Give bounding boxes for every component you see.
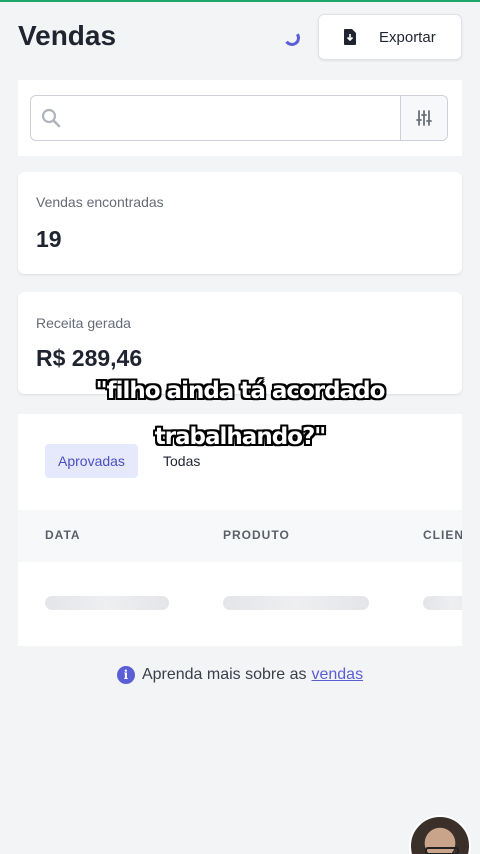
page-title: Vendas [18,20,117,51]
export-button[interactable]: Exportar [318,14,462,60]
column-header-cliente[interactable]: CLIEN [423,528,462,542]
avatar [409,815,471,854]
page-header: Vendas Exportar [18,14,462,60]
revenue-label: Receita gerada [36,315,131,331]
export-file-icon [343,29,357,45]
export-button-label: Exportar [379,28,436,46]
search-box [30,95,448,141]
sales-found-label: Vendas encontradas [36,194,164,210]
help-footer: i Aprenda mais sobre as vendas [0,666,480,684]
help-text: Aprenda mais sobre as [141,666,307,683]
filter-button[interactable] [400,96,447,140]
avatar-glasses [425,847,459,854]
video-caption-line-1: "filho ainda tá acordado [95,378,386,404]
loading-skeleton-produto [223,596,369,610]
table-header: DATA PRODUTO CLIEN [18,510,462,562]
loading-spinner-icon [282,28,302,48]
video-caption-line-2: trabalhando?" [154,424,327,450]
search-input[interactable] [71,96,400,140]
search-icon [31,96,71,140]
revenue-value: R$ 289,46 [36,345,143,371]
help-link-vendas[interactable]: vendas [311,666,363,684]
top-accent-line [0,0,480,2]
sales-found-value: 19 [36,226,62,252]
info-icon: i [116,666,135,684]
search-panel [18,80,462,156]
loading-skeleton-cliente [423,596,462,610]
sales-found-card: Vendas encontradas 19 [18,172,462,274]
loading-skeleton-data [45,596,169,610]
column-header-produto[interactable]: PRODUTO [223,528,290,542]
column-header-data[interactable]: DATA [45,528,81,542]
filter-sliders-icon [416,110,432,126]
